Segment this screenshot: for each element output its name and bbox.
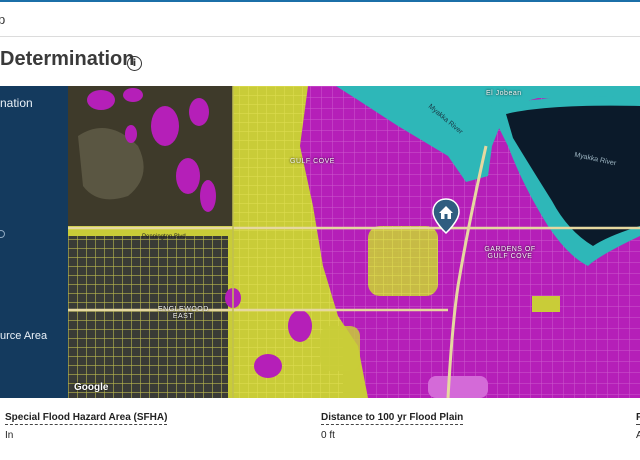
place-label-gulf-cove: GULF COVE bbox=[290, 158, 335, 165]
stat-label-third[interactable]: F bbox=[636, 412, 640, 425]
stat-value-sfha: In bbox=[5, 430, 14, 441]
place-label-gardens-of-gulf-cove: GARDENS OF GULF COVE bbox=[484, 246, 536, 260]
flood-map[interactable]: GULF COVE GARDENS OF GULF COVE ENGLEWOOD… bbox=[68, 86, 640, 398]
layer-item-determination[interactable]: nation bbox=[0, 96, 33, 110]
road-label-pennington: Pennington Blvd bbox=[142, 234, 186, 240]
layer-item-source-area[interactable]: urce Area bbox=[0, 330, 47, 342]
top-bar: p bbox=[0, 0, 640, 37]
stat-label-distance[interactable]: Distance to 100 yr Flood Plain bbox=[321, 412, 464, 425]
info-icon[interactable]: i bbox=[127, 56, 142, 71]
stat-value-distance: 0 ft bbox=[321, 430, 335, 441]
flood-stats: Special Flood Hazard Area (SFHA) In Dist… bbox=[0, 398, 640, 460]
home-pin-icon[interactable] bbox=[432, 198, 460, 234]
topbar-text[interactable]: p bbox=[0, 12, 5, 27]
layer-panel: nation urce Area bbox=[0, 86, 68, 398]
google-attribution: Google bbox=[74, 382, 109, 393]
page-title: Determination bbox=[0, 48, 135, 70]
map-canvas bbox=[68, 86, 640, 398]
place-label-englewood-east: ENGLEWOOD EAST bbox=[158, 306, 209, 320]
radio-icon[interactable] bbox=[0, 230, 5, 238]
place-label-el-jobean: El Jobean bbox=[486, 90, 522, 97]
stat-label-sfha[interactable]: Special Flood Hazard Area (SFHA) bbox=[5, 412, 168, 425]
stat-value-third: A bbox=[636, 430, 640, 441]
